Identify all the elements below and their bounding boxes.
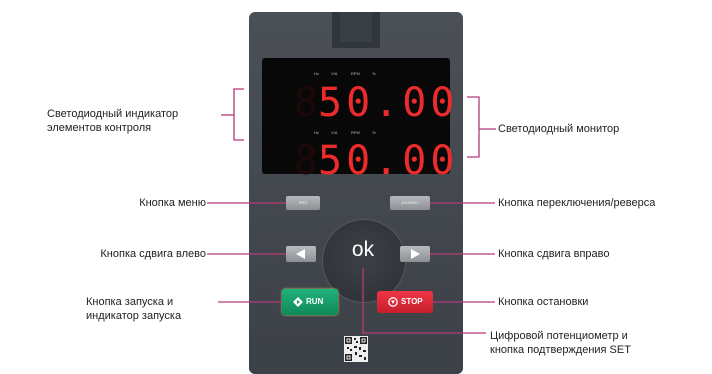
label-led-indicator-2: элементов контроля bbox=[47, 122, 152, 134]
label-menu-button: Кнопка меню bbox=[139, 197, 206, 209]
label-shift-left-button: Кнопка сдвига влево bbox=[100, 248, 206, 260]
label-switch-reverse-button: Кнопка переключения/реверса bbox=[498, 197, 656, 209]
keypad-diagram: Hz V/A RPM % 8 50.00 Hz V/A RPM % 8 50.0… bbox=[0, 0, 712, 374]
label-shift-right-button: Кнопка сдвига вправо bbox=[498, 248, 610, 260]
label-led-monitor: Светодиодный монитор bbox=[498, 123, 620, 135]
label-led-indicator-1: Светодиодный индикатор bbox=[47, 108, 179, 120]
label-potentiometer-2: кнопка подтверждения SET bbox=[490, 344, 631, 356]
label-stop-button: Кнопка остановки bbox=[498, 296, 589, 308]
bracket-led-monitor bbox=[467, 96, 480, 158]
label-run-button-1: Кнопка запуска и bbox=[86, 296, 174, 308]
line-potentiometer bbox=[362, 268, 486, 334]
bracket-led-indicator bbox=[233, 88, 244, 141]
label-potentiometer-1: Цифровой потенциометр и bbox=[490, 330, 628, 342]
label-run-button-2: индикатор запуска bbox=[86, 310, 182, 322]
